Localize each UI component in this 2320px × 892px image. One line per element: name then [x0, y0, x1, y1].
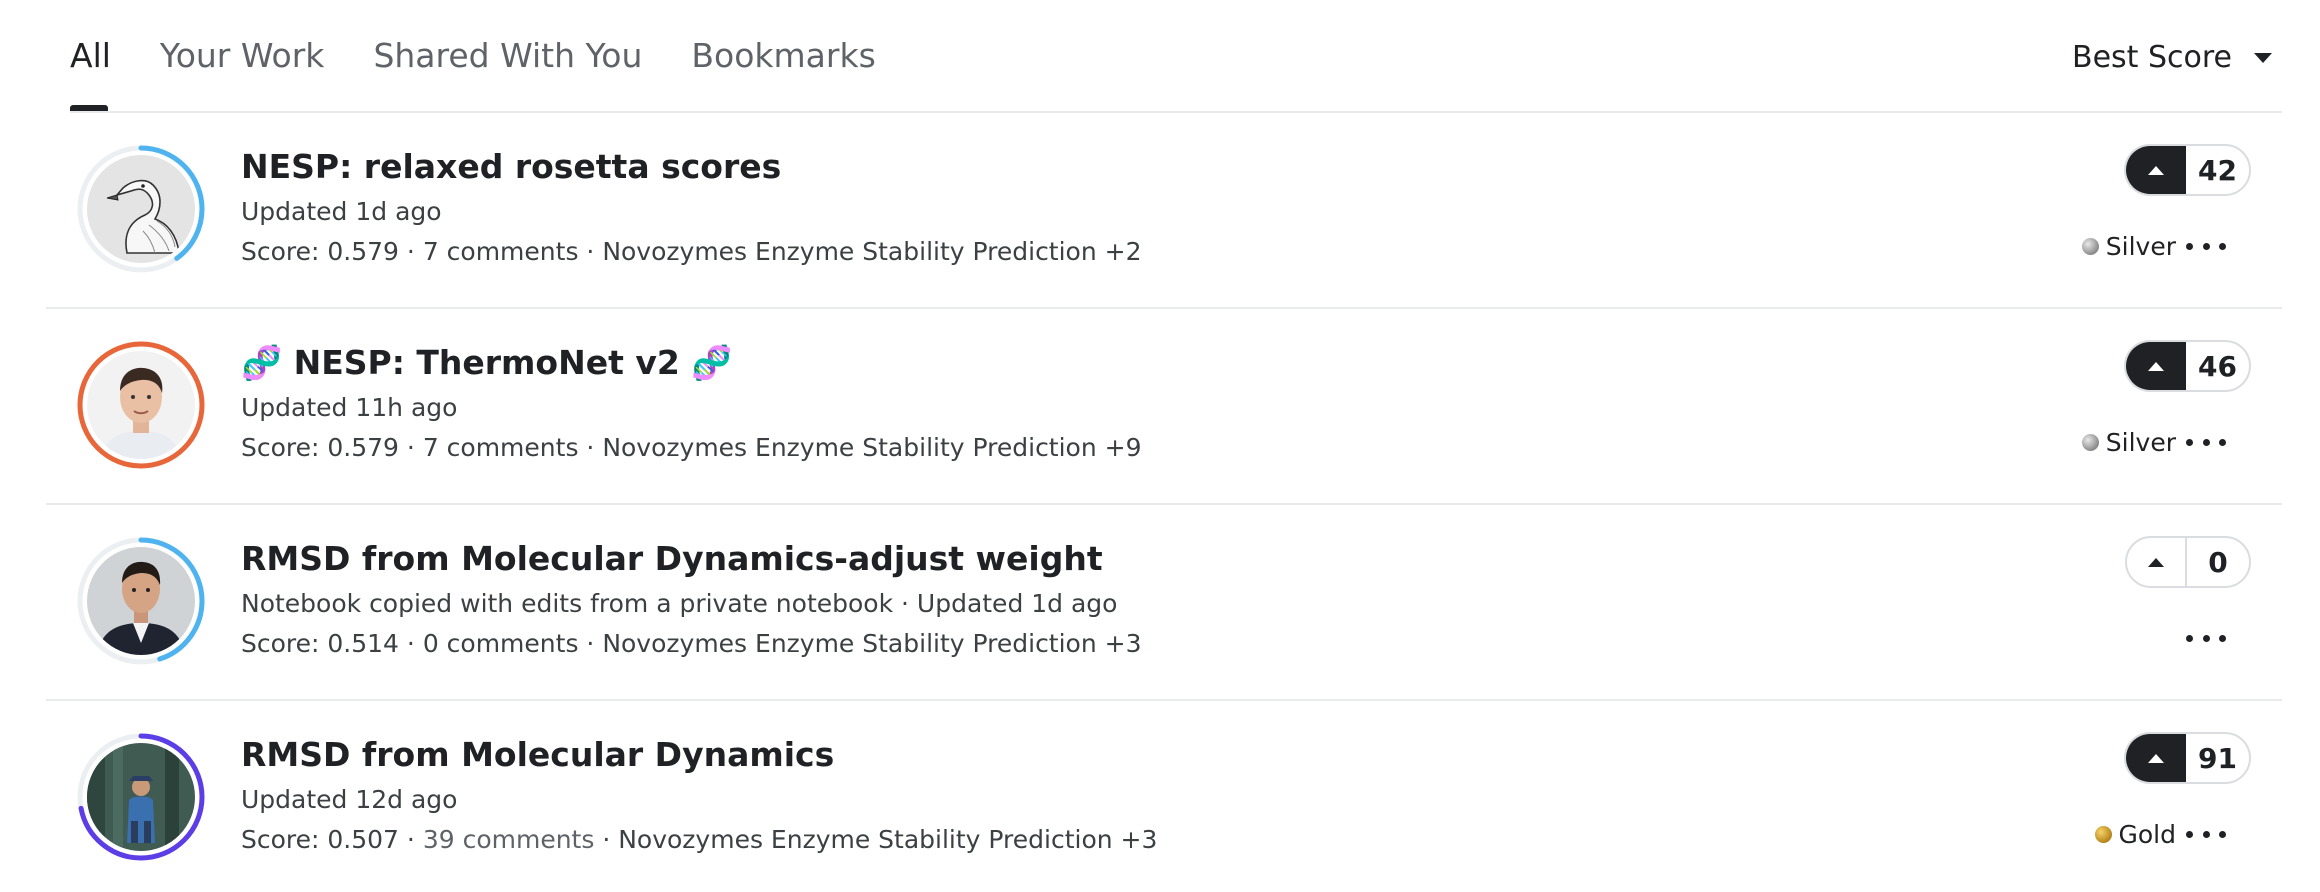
- notebook-row[interactable]: RMSD from Molecular Dynamics Updated 12d…: [46, 701, 2282, 892]
- notebook-row[interactable]: NESP: relaxed rosetta scores Updated 1d …: [46, 113, 2282, 309]
- silver-medal-icon: [2081, 434, 2099, 451]
- medal-label: Silver: [2105, 428, 2176, 457]
- tab-all[interactable]: All: [70, 0, 111, 111]
- notebook-title[interactable]: RMSD from Molecular Dynamics: [241, 735, 834, 774]
- notebook-meta: Score: 0.579 · 7 comments · Novozymes En…: [241, 237, 1142, 266]
- tab-bookmarks[interactable]: Bookmarks: [691, 0, 875, 111]
- tab-bar: All Your Work Shared With You Bookmarks: [70, 0, 925, 111]
- silver-medal-icon: [2081, 238, 2099, 255]
- notebook-updated: Notebook copied with edits from a privat…: [241, 589, 1118, 618]
- upvote-arrow-icon: [2148, 557, 2164, 567]
- notebook-row[interactable]: RMSD from Molecular Dynamics-adjust weig…: [46, 505, 2282, 701]
- vote-count: 91: [2198, 741, 2237, 775]
- caret-down-icon: [2254, 52, 2272, 63]
- notebook-meta: Score: 0.507 · 39 comments · Novozymes E…: [241, 825, 1158, 854]
- notebook-score: Score: 0.579: [241, 237, 399, 266]
- notebook-meta: Score: 0.579 · 7 comments · Novozymes En…: [241, 433, 1142, 462]
- notebook-score: Score: 0.514: [241, 629, 399, 658]
- author-avatar[interactable]: [76, 732, 206, 862]
- upvote-control: 46: [2124, 340, 2251, 392]
- vote-count: 42: [2198, 153, 2237, 187]
- author-avatar[interactable]: [76, 340, 206, 470]
- vote-count: 46: [2198, 349, 2237, 383]
- upvote-arrow-icon: [2148, 165, 2165, 175]
- medal-badge: Gold: [2094, 820, 2176, 849]
- author-avatar[interactable]: [76, 144, 206, 274]
- goose-avatar-image: [87, 155, 195, 263]
- person-avatar-image: [87, 351, 195, 459]
- notebook-score: Score: 0.507: [241, 825, 399, 854]
- notebook-comments-link[interactable]: 7 comments: [423, 237, 579, 266]
- tab-shared-with-you[interactable]: Shared With You: [373, 0, 642, 111]
- gold-medal-icon: [2094, 826, 2112, 843]
- notebook-competition-link[interactable]: Novozymes Enzyme Stability Prediction +3: [602, 629, 1141, 658]
- sort-dropdown-label: Best Score: [2072, 40, 2232, 75]
- medal-badge: Silver: [2081, 428, 2176, 457]
- upvote-control: 91: [2124, 732, 2251, 784]
- more-options-button[interactable]: [2186, 623, 2226, 653]
- vote-count: 0: [2208, 545, 2228, 579]
- notebook-comments-link[interactable]: 0 comments: [423, 629, 579, 658]
- notebook-comments-link[interactable]: 39 comments: [423, 825, 595, 854]
- upvote-arrow-icon: [2148, 361, 2165, 371]
- upvote-button[interactable]: [2127, 538, 2187, 586]
- more-options-button[interactable]: [2186, 819, 2226, 849]
- medal-label: Silver: [2105, 232, 2176, 261]
- notebook-updated: Updated 11h ago: [241, 393, 458, 422]
- notebook-row[interactable]: 🧬 NESP: ThermoNet v2 🧬 Updated 11h ago S…: [46, 309, 2282, 505]
- sort-dropdown[interactable]: Best Score: [2072, 40, 2272, 75]
- medal-badge: Silver: [2081, 232, 2176, 261]
- notebook-comments-link[interactable]: 7 comments: [423, 433, 579, 462]
- medal-label: Gold: [2118, 820, 2176, 849]
- notebook-competition-link[interactable]: Novozymes Enzyme Stability Prediction +9: [602, 433, 1141, 462]
- notebook-meta: Score: 0.514 · 0 comments · Novozymes En…: [241, 629, 1142, 658]
- author-avatar[interactable]: [76, 536, 206, 666]
- notebook-updated: Updated 1d ago: [241, 197, 442, 226]
- notebook-title[interactable]: NESP: relaxed rosetta scores: [241, 147, 781, 186]
- tab-your-work[interactable]: Your Work: [160, 0, 325, 111]
- notebook-competition-link[interactable]: Novozymes Enzyme Stability Prediction +3: [618, 825, 1157, 854]
- person-avatar-image: [87, 547, 195, 655]
- more-options-button[interactable]: [2186, 231, 2226, 261]
- upvote-button[interactable]: [2126, 342, 2187, 390]
- notebook-title[interactable]: RMSD from Molecular Dynamics-adjust weig…: [241, 539, 1103, 578]
- upvote-button[interactable]: [2126, 146, 2187, 194]
- upvote-arrow-icon: [2148, 753, 2165, 763]
- upvote-button[interactable]: [2126, 734, 2187, 782]
- more-options-button[interactable]: [2186, 427, 2226, 457]
- person-avatar-image: [87, 743, 195, 851]
- upvote-control: 42: [2124, 144, 2251, 196]
- notebook-updated: Updated 12d ago: [241, 785, 458, 814]
- notebook-competition-link[interactable]: Novozymes Enzyme Stability Prediction +2: [602, 237, 1141, 266]
- upvote-control: 0: [2125, 536, 2251, 588]
- notebook-score: Score: 0.579: [241, 433, 399, 462]
- notebook-title[interactable]: 🧬 NESP: ThermoNet v2 🧬: [241, 343, 732, 383]
